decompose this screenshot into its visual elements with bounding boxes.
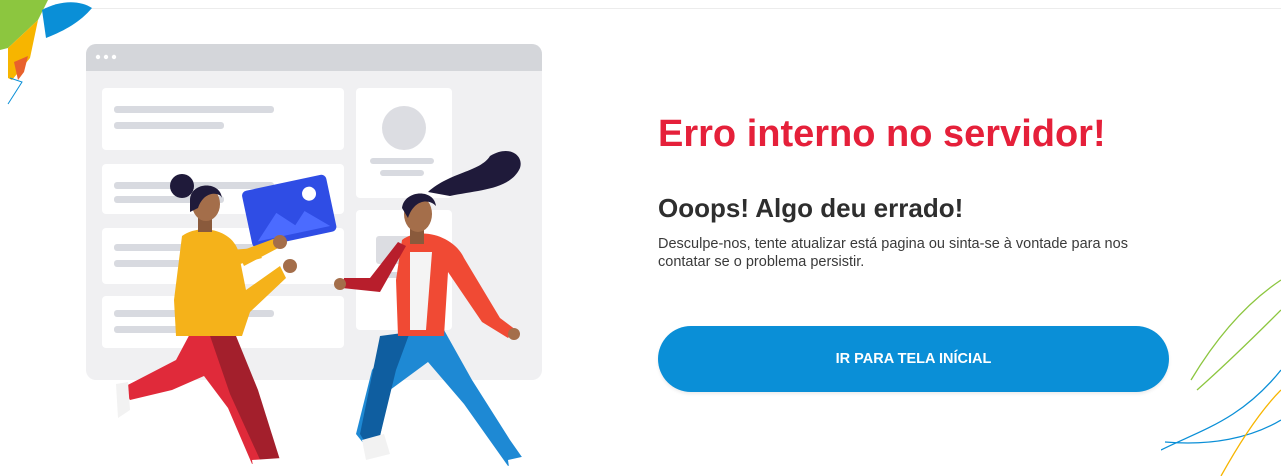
- error-message: Desculpe-nos, tente atualizar está pagin…: [658, 236, 1128, 270]
- error-illustration: [86, 44, 542, 474]
- decorative-lines: [1161, 279, 1281, 476]
- error-content: Erro interno no servidor! Ooops! Algo de…: [658, 110, 1178, 392]
- error-title: Erro interno no servidor!: [658, 113, 1106, 155]
- top-border: [0, 0, 1281, 9]
- error-subtitle: Ooops! Algo deu errado!: [658, 193, 964, 223]
- go-home-button[interactable]: IR PARA TELA INÍCIAL: [658, 326, 1169, 392]
